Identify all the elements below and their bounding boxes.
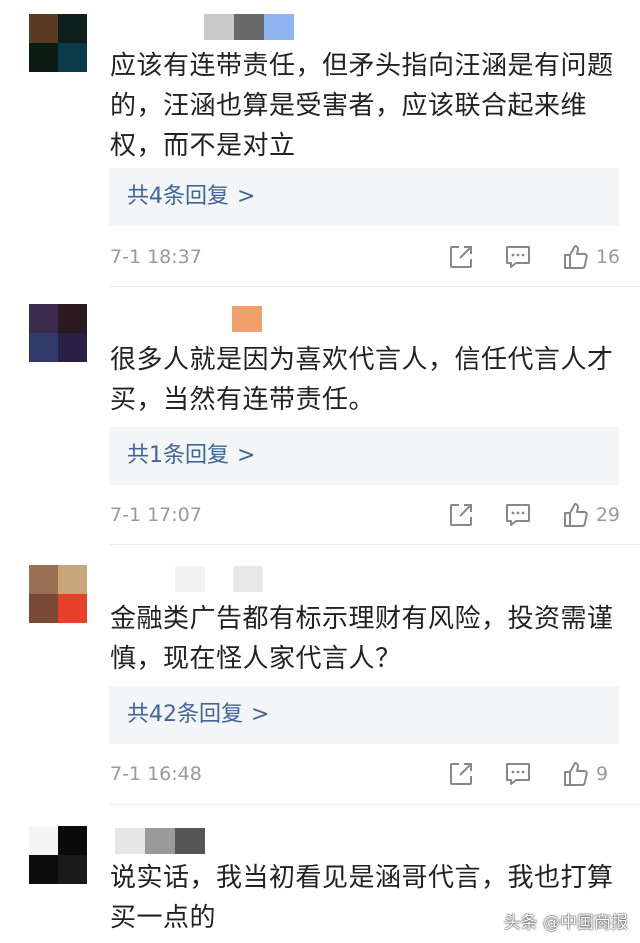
comment-button[interactable] xyxy=(504,761,532,787)
avatar[interactable] xyxy=(29,565,87,623)
chevron-right-icon: > xyxy=(251,702,270,727)
action-bar: 16 xyxy=(448,242,620,272)
like-count: 29 xyxy=(595,504,620,526)
timestamp: 7-1 18:37 xyxy=(110,246,202,268)
username-pixelated[interactable] xyxy=(204,14,294,40)
share-icon xyxy=(449,504,472,526)
avatar[interactable] xyxy=(29,14,87,72)
comment-text: 金融类广告都有标示理财有风险，投资需谨 慎，现在怪人家代言人？ xyxy=(110,604,614,674)
like-count: 9 xyxy=(596,763,609,785)
thumbs-up-icon xyxy=(564,762,588,786)
share-button[interactable] xyxy=(448,502,474,528)
share-button[interactable] xyxy=(448,761,474,787)
share-button[interactable] xyxy=(448,244,474,270)
chevron-right-icon: > xyxy=(237,184,256,209)
action-bar: 29 xyxy=(448,500,620,530)
comment-text: 很多人就是因为喜欢代言人，信任代言人才 买，当然有连带责任。 xyxy=(110,345,614,415)
replies-label: 共1条回复 xyxy=(127,443,229,468)
replies-label: 共42条回复 xyxy=(127,702,243,727)
divider xyxy=(110,544,640,545)
avatar[interactable] xyxy=(29,304,87,362)
thumbs-up-icon xyxy=(563,245,588,269)
view-replies-button[interactable]: 共42条回复 > xyxy=(109,686,619,744)
comment-text: 应该有连带责任，但矛头指向汪涵是有问题 的，汪涵也算是受害者，应该联合起来维 权… xyxy=(110,51,614,161)
like-button[interactable]: 9 xyxy=(562,760,620,788)
comment-icon xyxy=(505,246,530,268)
like-button[interactable]: 29 xyxy=(562,501,620,529)
like-button[interactable]: 16 xyxy=(562,243,620,271)
chevron-right-icon: > xyxy=(237,443,256,468)
action-bar: 9 xyxy=(448,759,620,789)
replies-label: 共4条回复 xyxy=(127,184,229,209)
view-replies-button[interactable]: 共1条回复 > xyxy=(109,427,619,485)
timestamp: 7-1 16:48 xyxy=(110,763,202,785)
username-pixelated[interactable] xyxy=(115,828,205,854)
share-icon xyxy=(450,763,472,785)
comment-icon xyxy=(505,504,530,526)
username-pixelated[interactable] xyxy=(232,306,262,332)
comment-button[interactable] xyxy=(504,244,532,270)
username-pixelated[interactable] xyxy=(175,566,263,592)
divider xyxy=(110,804,640,805)
watermark: 头条 @中国商报 xyxy=(503,913,628,933)
avatar[interactable] xyxy=(29,826,87,884)
share-icon xyxy=(449,246,472,268)
timestamp: 7-1 17:07 xyxy=(110,504,202,526)
view-replies-button[interactable]: 共4条回复 > xyxy=(109,168,619,226)
like-count: 16 xyxy=(595,246,620,268)
comment-button[interactable] xyxy=(504,502,532,528)
thumbs-up-icon xyxy=(563,503,588,527)
comment-meta: 7-1 18:37 16 xyxy=(110,242,620,272)
comment-meta: 7-1 16:48 9 xyxy=(110,759,620,789)
divider xyxy=(110,286,640,287)
comment-icon xyxy=(506,763,530,785)
comment-meta: 7-1 17:07 29 xyxy=(110,500,620,530)
